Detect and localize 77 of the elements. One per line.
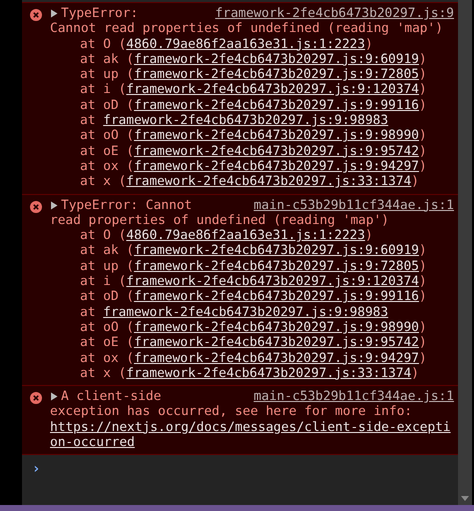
stack-frame-link[interactable]: framework-2fe4cb6473b20297.js:33:1374: [126, 174, 412, 190]
closing-paren: ): [419, 144, 427, 159]
stack-frame-call: at oD (: [80, 98, 134, 114]
help-link[interactable]: https://nextjs.org/docs/messages/client-side-exception-occurred: [50, 420, 454, 450]
stack-frame-call: at oD (: [80, 289, 134, 305]
stack-frame-link[interactable]: framework-2fe4cb6473b20297.js:9:60919: [134, 243, 419, 259]
error-icon: [30, 200, 42, 213]
stack-frame-link[interactable]: framework-2fe4cb6473b20297.js:9:98983: [103, 304, 388, 320]
stack-frame-call: at O (: [80, 36, 126, 52]
error-icon: [30, 392, 42, 404]
scroll-down-arrow-icon[interactable]: [461, 496, 469, 501]
closing-paren: ): [419, 258, 427, 274]
error-message-text: A client-side: [61, 389, 162, 404]
stack-frame-link[interactable]: framework-2fe4cb6473b20297.js:9:120374: [126, 274, 420, 290]
error-message-text: exception has occurred, see here for more info:: [50, 404, 414, 420]
error-message-text: TypeError: Cannot: [61, 198, 192, 213]
stack-frame-call: at up (: [80, 258, 134, 274]
stack-frame-link[interactable]: framework-2fe4cb6473b20297.js:9:98990: [134, 128, 419, 144]
closing-paren: ): [419, 320, 427, 336]
stack-frame-link[interactable]: framework-2fe4cb6473b20297.js:9:99116: [134, 289, 419, 305]
stack-frame-call: at up (: [80, 67, 134, 82]
stack-frame-call: at O (: [80, 228, 126, 244]
stack-frame-call: at oE (: [80, 335, 134, 351]
stack-frame-call: at ak (: [80, 243, 134, 259]
stack-frame-call: at ox (: [80, 350, 134, 366]
closing-paren: ): [419, 67, 427, 82]
stack-frame-call: at ox (: [80, 158, 134, 174]
expand-triangle-icon[interactable]: [50, 9, 58, 18]
stack-frame-link[interactable]: framework-2fe4cb6473b20297.js:9:72805: [134, 67, 419, 82]
error-icon: [30, 9, 42, 21]
stack-frame-call: at i (: [80, 274, 126, 290]
stack-frame-call: at oO (: [80, 128, 134, 144]
error-message-text: TypeError:: [61, 6, 138, 22]
stack-frame-link[interactable]: framework-2fe4cb6473b20297.js:9:72805: [134, 258, 419, 274]
closing-paren: ): [419, 158, 427, 174]
stack-frame-link[interactable]: framework-2fe4cb6473b20297.js:9:99116: [134, 98, 419, 114]
stack-frame-call: at oE (: [80, 144, 134, 159]
stack-frame-link[interactable]: 4860.79ae86f2aa163e31.js:1:2223: [126, 36, 366, 52]
console-prompt[interactable]: ›: [22, 455, 458, 478]
error-message-text: read properties of undefined (reading 'map'): [50, 212, 390, 228]
closing-paren: ): [365, 36, 373, 52]
stack-frame-call: at i (: [80, 82, 126, 98]
closing-paren: ): [419, 52, 427, 68]
stack-frame-call: at oO (: [80, 320, 134, 336]
source-link[interactable]: main-c53b29b11cf344ae.js:1: [246, 389, 454, 404]
closing-paren: ): [419, 128, 427, 144]
closing-paren: ): [411, 366, 420, 382]
stack-frame-link[interactable]: framework-2fe4cb6473b20297.js:9:94297: [134, 350, 419, 366]
stack-frame-link[interactable]: framework-2fe4cb6473b20297.js:9:98983: [103, 113, 388, 128]
expand-triangle-icon[interactable]: [50, 200, 58, 210]
closing-paren: ): [411, 174, 420, 190]
stack-frame-call: at x (: [80, 366, 126, 382]
closing-paren: ): [419, 98, 427, 114]
stack-frame-call: at x (: [80, 174, 126, 190]
stack-frame-link[interactable]: framework-2fe4cb6473b20297.js:9:120374: [126, 82, 420, 98]
closing-paren: ): [419, 243, 427, 259]
stack-frame-link[interactable]: framework-2fe4cb6473b20297.js:9:98990: [134, 320, 419, 336]
source-link[interactable]: framework-2fe4cb6473b20297.js:9: [207, 6, 454, 22]
expand-triangle-icon[interactable]: [50, 392, 58, 402]
stack-frame-link[interactable]: framework-2fe4cb6473b20297.js:9:95742: [134, 335, 419, 351]
closing-paren: ): [419, 274, 427, 290]
scrollbar[interactable]: [458, 0, 472, 505]
source-link[interactable]: main-c53b29b11cf344ae.js:1: [246, 198, 454, 213]
stack-frame-link[interactable]: framework-2fe4cb6473b20297.js:33:1374: [126, 366, 412, 382]
closing-paren: ): [419, 82, 427, 98]
stack-frame-call: at: [80, 113, 96, 128]
closing-paren: ): [419, 335, 427, 351]
error-message-text: Cannot read properties of undefined (reading 'map'): [50, 21, 444, 37]
stack-frame-link[interactable]: 4860.79ae86f2aa163e31.js:1:2223: [126, 228, 366, 244]
closing-paren: ): [419, 289, 427, 305]
closing-paren: ): [365, 228, 373, 244]
stack-frame-link[interactable]: framework-2fe4cb6473b20297.js:9:95742: [134, 144, 419, 159]
stack-frame-link[interactable]: framework-2fe4cb6473b20297.js:9:60919: [134, 52, 419, 68]
closing-paren: ): [419, 350, 427, 366]
stack-frame-link[interactable]: framework-2fe4cb6473b20297.js:9:94297: [134, 158, 419, 174]
stack-frame-call: at ak (: [80, 52, 134, 68]
stack-frame-call: at: [80, 304, 96, 320]
